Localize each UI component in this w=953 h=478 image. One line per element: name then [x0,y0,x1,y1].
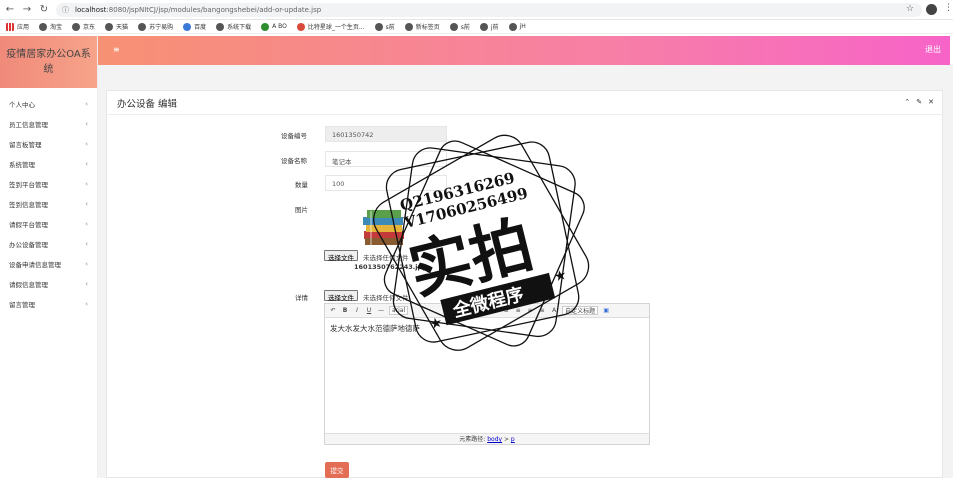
chevron-left-icon: ‹ [85,200,88,208]
sidebar-item-leave-info[interactable]: 请假信息管理 ‹ [0,274,97,294]
bookmark-item[interactable]: 淘宝 [39,22,62,31]
sidebar-item-checkin-platform[interactable]: 签到平台管理 ‹ [0,174,97,194]
bookmark-star-icon[interactable]: ☆ [906,4,914,14]
chevron-left-icon: ‹ [85,300,88,308]
panel-title: 办公设备 编辑 [107,91,942,115]
sidebar-item-message[interactable]: 留言管理 ‹ [0,294,97,314]
chevron-left-icon: ‹ [85,140,88,148]
account-icon[interactable] [926,4,937,15]
url-host: localhost [75,6,107,14]
bookmark-item[interactable]: jH [508,22,526,31]
bookmark-item[interactable]: A BO [261,22,287,31]
top-navbar: ≡ 退出 [98,36,950,65]
sidebar-item-leave-platform[interactable]: 请假平台管理 ‹ [0,214,97,234]
globe-icon [404,22,413,31]
sidebar-item-message-board[interactable]: 留言板管理 ‹ [0,134,97,154]
undo-icon[interactable]: ↶ [329,306,337,315]
baidu-icon [183,22,192,31]
detail-file-button[interactable]: 选择文件 [324,290,358,302]
chevron-left-icon: ‹ [85,240,88,248]
bookmark-item[interactable]: s前 [374,22,395,31]
submit-button[interactable]: 提交 [325,462,349,478]
detail-label: 详情 [295,294,308,302]
globe-icon [138,22,147,31]
path-p-link[interactable]: p [511,436,515,443]
italic-icon[interactable]: I [353,306,361,315]
globe-icon [508,22,517,31]
browser-toolbar: ← → ↻ ⓘ localhost:8080/jspNItCJ/jsp/modu… [0,0,953,20]
close-icon[interactable]: ✕ [928,98,934,106]
apps-icon [6,22,14,31]
chevron-left-icon: ‹ [85,280,88,288]
sidebar-item-system[interactable]: 系统管理 ‹ [0,154,97,174]
menu-kebab-icon[interactable]: ⋮ [944,3,953,13]
collapse-icon[interactable]: ⌃ [904,98,910,106]
leaf-icon [261,22,270,31]
wrench-icon[interactable]: ✎ [916,98,922,106]
globe-icon [374,22,383,31]
globe-icon [72,22,81,31]
chevron-left-icon: ‹ [85,100,88,108]
bold-icon[interactable]: B [341,306,349,315]
url-path: :8080/jspNItCJ/jsp/modules/bangongshebei… [106,6,322,14]
image-label: 图片 [295,206,308,214]
bookmark-item[interactable]: 比特星球_一个生页... [296,22,365,31]
bookmark-item[interactable]: j前 [479,22,499,31]
globe-icon [479,22,488,31]
hamburger-menu-icon[interactable]: ≡ [113,45,120,54]
image-insert-icon[interactable]: ▣ [602,306,610,315]
globe-icon [105,22,114,31]
app-brand: 疫情居家办公OA系统 [0,36,97,88]
sidebar-item-employee[interactable]: 员工信息管理 ‹ [0,114,97,134]
sidebar-menu: 个人中心 ‹ 员工信息管理 ‹ 留言板管理 ‹ 系统管理 ‹ 签到平台管理 ‹ 签到信息管… [0,88,97,314]
panel-tools: ⌃ ✎ ✕ [904,98,934,106]
bookmark-item[interactable]: s前 [449,22,470,31]
sidebar-item-checkin-info[interactable]: 签到信息管理 ‹ [0,194,97,214]
reload-icon[interactable]: ↻ [37,3,51,17]
chevron-left-icon: ‹ [85,220,88,228]
bookmark-apps[interactable]: 应用 [6,22,29,31]
editor-element-path: 元素路径: body > p [325,433,649,444]
sidebar: 疫情居家办公OA系统 个人中心 ‹ 员工信息管理 ‹ 留言板管理 ‹ 系统管理 ‹ 签到… [0,36,98,478]
site-icon [296,22,305,31]
globe-icon [39,22,48,31]
globe-icon [449,22,458,31]
back-icon[interactable]: ← [3,3,17,17]
sidebar-item-equipment-request[interactable]: 设备申请信息管理 ‹ [0,254,97,274]
forward-icon[interactable]: → [20,3,34,17]
info-icon[interactable]: ⓘ [62,5,69,15]
bookmark-item[interactable]: 天猫 [105,22,128,31]
path-body-link[interactable]: body [487,436,502,443]
bookmark-item[interactable]: 百度 [183,22,206,31]
bookmark-item[interactable]: 系统下载 [216,22,251,31]
chevron-left-icon: ‹ [85,260,88,268]
bookmark-item[interactable]: 苏宁易购 [138,22,173,31]
bookmarks-bar: 应用 淘宝 京东 天猫 苏宁易购 百度 系统下载 A BO 比特星球_一个生页.… [0,20,953,34]
logout-link[interactable]: 退出 [925,44,941,55]
address-bar[interactable]: ⓘ localhost:8080/jspNItCJ/jsp/modules/ba… [56,3,922,17]
bookmark-item[interactable]: 新标签页 [404,22,440,31]
star-icon: ★ [552,267,568,286]
globe-icon [216,22,225,31]
star-icon: ★ [428,314,444,333]
image-file-button[interactable]: 选择文件 [324,250,358,262]
chevron-left-icon: ‹ [85,160,88,168]
bookmark-item[interactable]: 京东 [72,22,95,31]
sidebar-item-office-equipment[interactable]: 办公设备管理 ‹ [0,234,97,254]
chevron-left-icon: ‹ [85,180,88,188]
qty-label: 数量 [295,181,308,189]
name-label: 设备名称 [281,157,307,165]
code-label: 设备编号 [281,132,307,140]
watermark-stamp: Q2196316269 V17060256499 实拍 全微程序 ★ ★ [373,134,590,351]
chevron-left-icon: ‹ [85,120,88,128]
sidebar-item-personal-center[interactable]: 个人中心 ‹ [0,94,97,114]
